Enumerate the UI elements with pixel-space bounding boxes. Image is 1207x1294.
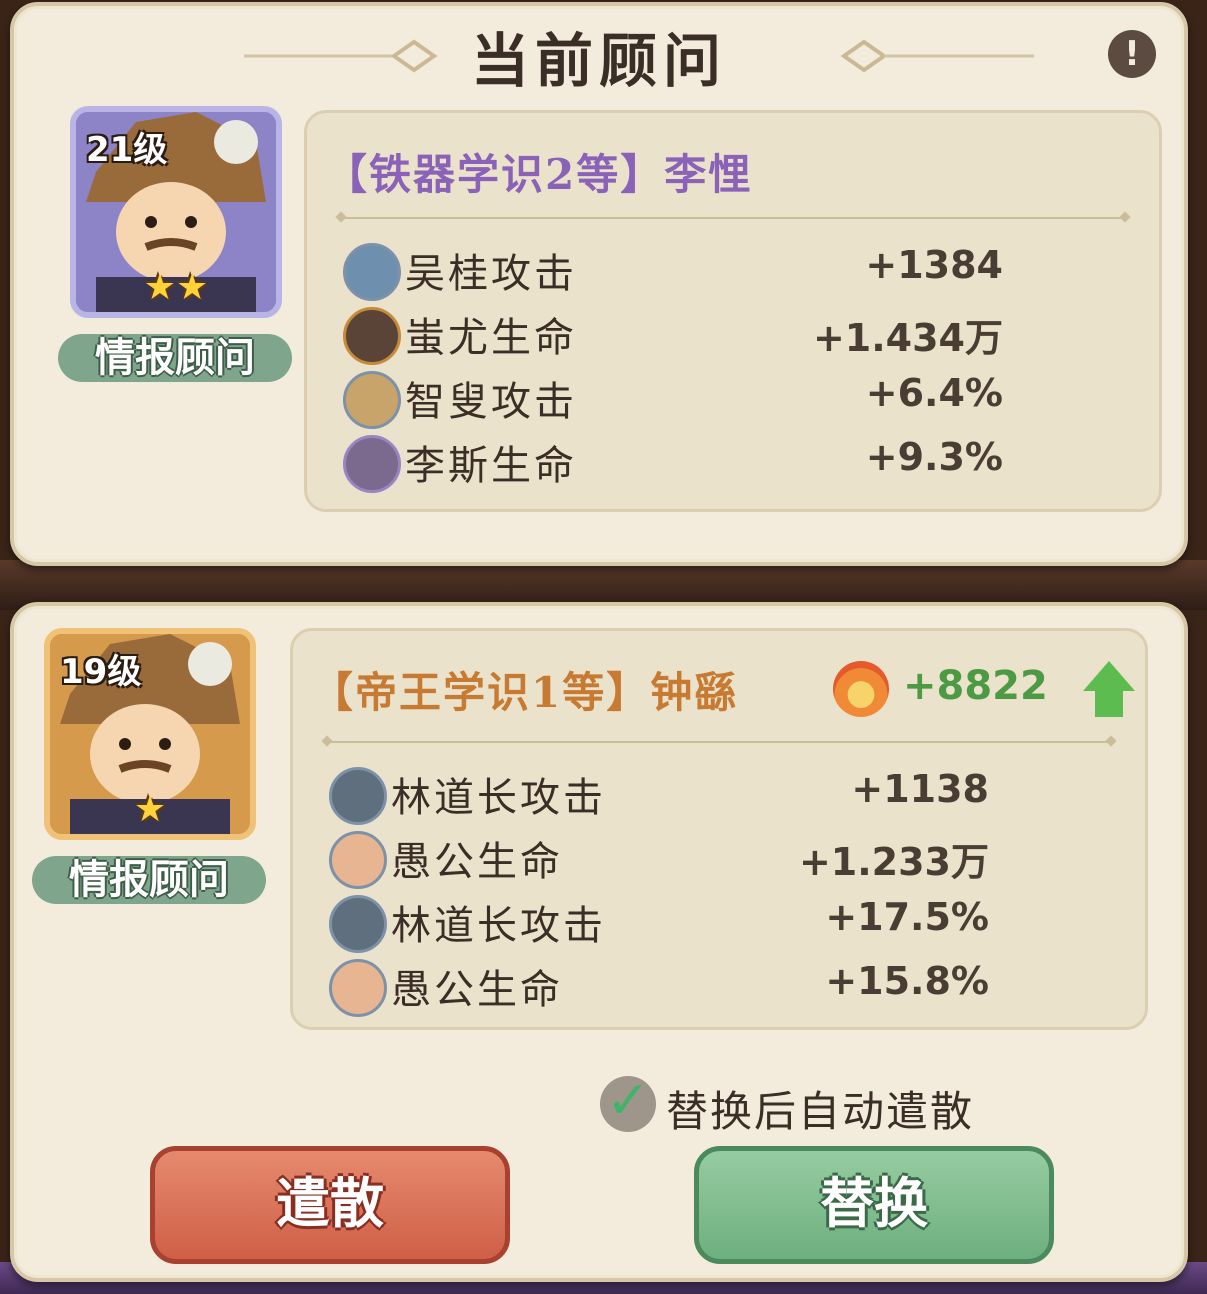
zhi-sou-portrait-icon xyxy=(343,371,401,429)
current-advisor-stats: 【铁器学识2等】李悝 吴桂攻击 +1384 蚩尤生命 +1.434万 智叟攻击 … xyxy=(304,110,1162,512)
stat-value: +1.233万 xyxy=(798,840,989,884)
stat-name: 智叟攻击 xyxy=(405,379,577,425)
dismiss-button[interactable]: 遣散 xyxy=(150,1146,510,1264)
stat-value: +9.3% xyxy=(865,435,1003,479)
power-change: +8822 xyxy=(833,661,1135,721)
stat-name: 蚩尤生命 xyxy=(405,315,577,361)
stat-row: 李斯生命 +9.3% xyxy=(343,431,1003,493)
replace-button[interactable]: 替换 xyxy=(694,1146,1054,1264)
stat-row: 吴桂攻击 +1384 xyxy=(343,239,1003,301)
advisor-level: 21级 xyxy=(86,130,168,170)
stat-name: 林道长攻击 xyxy=(391,903,606,949)
stat-value: +15.8% xyxy=(825,959,989,1003)
current-advisor-panel: 当前顾问 ! 21级 ★★ 情报顾问 【铁器学识2等】李悝 吴桂攻击 +1384 xyxy=(10,2,1188,566)
candidate-advisor-avatar[interactable]: 19级 ★ xyxy=(44,628,256,840)
advisor-role-badge: 情报顾问 xyxy=(32,856,266,904)
advisor-role-badge: 情报顾问 xyxy=(58,334,292,382)
wu-gui-portrait-icon xyxy=(343,243,401,301)
stat-row: 林道长攻击 +17.5% xyxy=(329,891,989,953)
stat-row: 林道长攻击 +1138 xyxy=(329,763,989,825)
up-arrow-icon xyxy=(1095,689,1123,717)
candidate-advisor-stats: 【帝王学识1等】钟繇 +8822 林道长攻击 +1138 愚公生命 +1.233… xyxy=(290,628,1148,1030)
stat-name: 愚公生命 xyxy=(391,839,563,885)
auto-dismiss-label: 替换后自动遣散 xyxy=(666,1087,975,1136)
lin-daozhang-portrait-icon xyxy=(329,895,387,953)
stat-row: 愚公生命 +15.8% xyxy=(329,955,989,1017)
stat-name: 吴桂攻击 xyxy=(405,251,577,297)
advisor-level: 19级 xyxy=(60,652,142,692)
stat-value: +6.4% xyxy=(865,371,1003,415)
up-arrow-icon xyxy=(1083,661,1135,691)
yu-gong-portrait-icon xyxy=(329,831,387,889)
power-value: +8822 xyxy=(903,663,1048,709)
divider xyxy=(341,217,1125,219)
chi-you-portrait-icon xyxy=(343,307,401,365)
stat-value: +17.5% xyxy=(825,895,989,939)
stat-name: 林道长攻击 xyxy=(391,775,606,821)
advisor-name: 【铁器学识2等】李悝 xyxy=(325,150,753,199)
stat-value: +1.434万 xyxy=(812,316,1003,360)
lin-daozhang-portrait-icon xyxy=(329,767,387,825)
checkbox-checked-icon[interactable]: ✓ xyxy=(600,1075,656,1132)
info-icon[interactable]: ! xyxy=(1108,30,1156,78)
star-rating: ★★ xyxy=(143,267,209,308)
stat-row: 智叟攻击 +6.4% xyxy=(343,367,1003,429)
divider xyxy=(327,741,1111,743)
current-advisor-avatar[interactable]: 21级 ★★ xyxy=(70,106,282,318)
stat-row: 愚公生命 +1.233万 xyxy=(329,827,989,889)
title-ornament-right-icon xyxy=(840,39,1034,73)
stat-value: +1138 xyxy=(851,767,989,811)
star-rating: ★ xyxy=(133,789,167,830)
stat-value: +1384 xyxy=(865,243,1003,287)
fire-power-icon xyxy=(833,661,889,717)
li-si-portrait-icon xyxy=(343,435,401,493)
yu-gong-portrait-icon xyxy=(329,959,387,1017)
advisor-name: 【帝王学识1等】钟繇 xyxy=(311,668,739,717)
stat-name: 愚公生命 xyxy=(391,967,563,1013)
stat-row: 蚩尤生命 +1.434万 xyxy=(343,303,1003,365)
stat-name: 李斯生命 xyxy=(405,443,577,489)
